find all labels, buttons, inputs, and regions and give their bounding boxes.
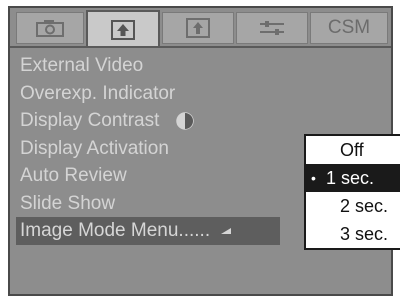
menu-item-overexp-indicator[interactable]: Overexp. Indicator (16, 80, 316, 108)
option-off[interactable]: Off (306, 136, 400, 164)
menu-item-image-mode-menu[interactable]: Image Mode Menu...... (16, 217, 280, 245)
menu-item-display-activation[interactable]: Display Activation (16, 135, 316, 163)
menu-item-label: Display Activation (20, 137, 169, 159)
tab-playback[interactable] (86, 10, 160, 48)
menu-item-label: Slide Show (20, 192, 116, 214)
tab-camera[interactable] (16, 12, 84, 44)
option-label: 1 sec. (326, 168, 375, 188)
menu-item-label: External Video (20, 55, 144, 76)
menu-item-auto-review[interactable]: Auto Review (16, 162, 316, 190)
option-1-sec[interactable]: • 1 sec. (306, 164, 400, 192)
menu-item-label: Auto Review (20, 165, 127, 186)
camera-icon (36, 20, 64, 37)
setup-icon (186, 18, 210, 38)
menu-item-label: Display Contrast (20, 110, 160, 131)
selected-bullet-icon: • (311, 170, 316, 186)
menu-item-label: Overexp. Indicator (20, 82, 176, 104)
menu-tab-bar: CSM (10, 8, 391, 48)
tab-csm-label: CSM (327, 17, 371, 38)
menu-item-external-video[interactable]: External Video (16, 52, 316, 80)
option-2-sec[interactable]: 2 sec. (306, 192, 400, 220)
menu-item-display-contrast[interactable]: Display Contrast (16, 107, 316, 135)
tab-setup[interactable] (162, 12, 234, 44)
menu-item-slide-show[interactable]: Slide Show (16, 190, 316, 218)
tab-csm[interactable]: CSM (310, 12, 388, 44)
tab-divider (10, 46, 391, 48)
display-menu-list: External Video Overexp. Indicator Displa… (16, 52, 316, 245)
option-label: 3 sec. (340, 224, 389, 244)
contrast-icon (175, 112, 194, 130)
option-3-sec[interactable]: 3 sec. (306, 220, 400, 248)
image-mode-submenu: Off • 1 sec. 2 sec. 3 sec. (304, 134, 400, 250)
playback-icon (111, 20, 135, 40)
submenu-arrow-icon (221, 227, 232, 234)
camera-menu-screen: CSM External Video Overexp. Indicator Di… (8, 6, 400, 296)
option-label: Off (340, 140, 364, 160)
option-label: 2 sec. (340, 196, 389, 216)
custom-icon (260, 21, 284, 35)
tab-custom[interactable] (236, 12, 308, 44)
menu-item-label: Image Mode Menu...... (20, 220, 211, 241)
